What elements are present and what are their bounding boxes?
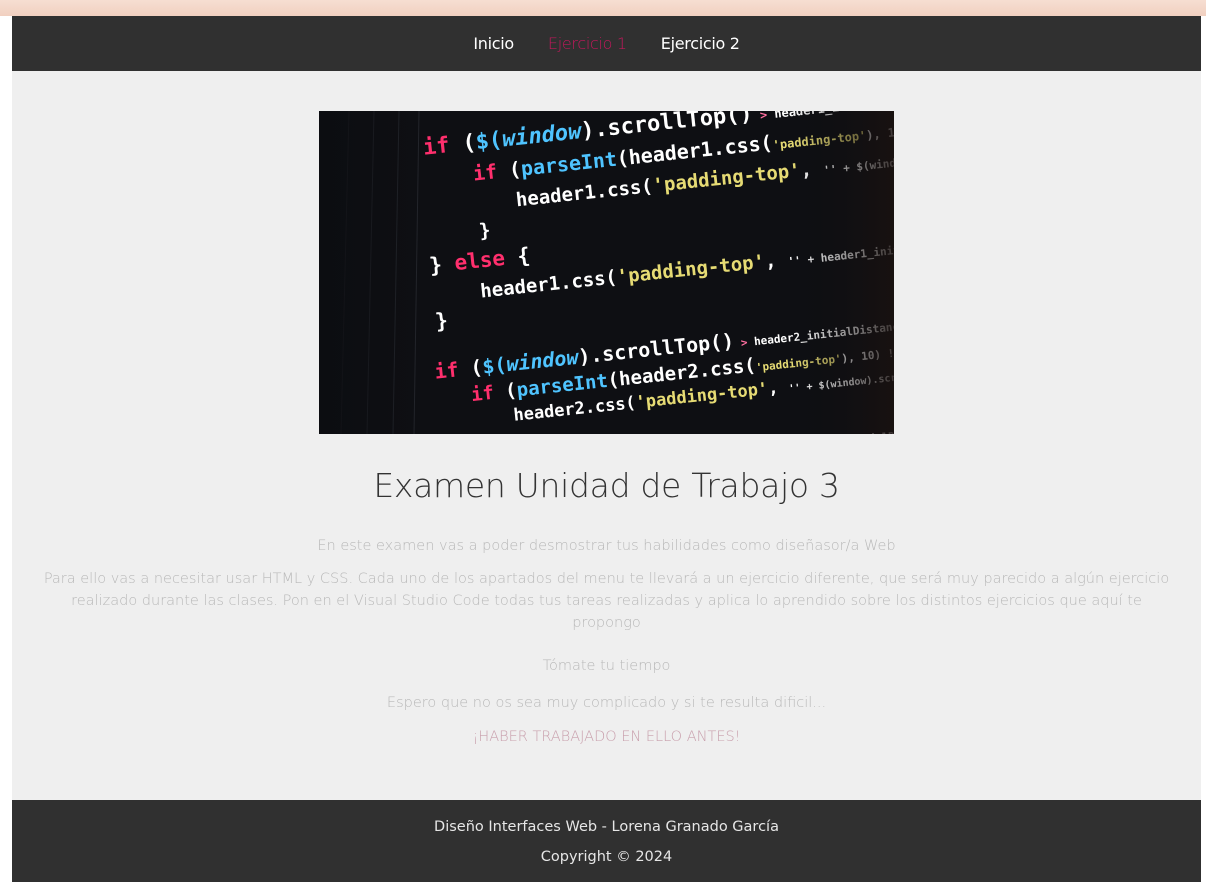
- browser-top-edge: [0, 0, 1206, 16]
- intro-paragraph-1: En este examen vas a poder desmostrar tu…: [317, 538, 896, 554]
- nav-item-ejercicio-1[interactable]: Ejercicio 1: [548, 34, 627, 53]
- intro-paragraph-5: ¡HABER TRABAJADO EN ELLO ANTES!: [472, 729, 741, 745]
- footer-credits: Diseño Interfaces Web - Lorena Granado G…: [434, 819, 779, 835]
- main-navigation: Inicio Ejercicio 1 Ejercicio 2: [12, 16, 1201, 71]
- nav-item-inicio[interactable]: Inicio: [473, 34, 514, 53]
- hero-code-image: if ($(window).scrollTop() > header1_init…: [319, 111, 894, 434]
- footer-copyright: Copyright © 2024: [540, 849, 673, 865]
- nav-item-ejercicio-2[interactable]: Ejercicio 2: [661, 34, 740, 53]
- intro-paragraph-4: Espero que no os sea muy complicado y si…: [386, 695, 827, 711]
- intro-paragraph-2: Para ello vas a necesitar usar HTML y CS…: [43, 571, 1170, 631]
- page: Inicio Ejercicio 1 Ejercicio 2 i: [12, 16, 1201, 882]
- page-footer: Diseño Interfaces Web - Lorena Granado G…: [12, 800, 1201, 882]
- page-title: Examen Unidad de Trabajo 3: [373, 466, 840, 505]
- intro-paragraph-3: Tómate tu tiempo: [542, 658, 671, 674]
